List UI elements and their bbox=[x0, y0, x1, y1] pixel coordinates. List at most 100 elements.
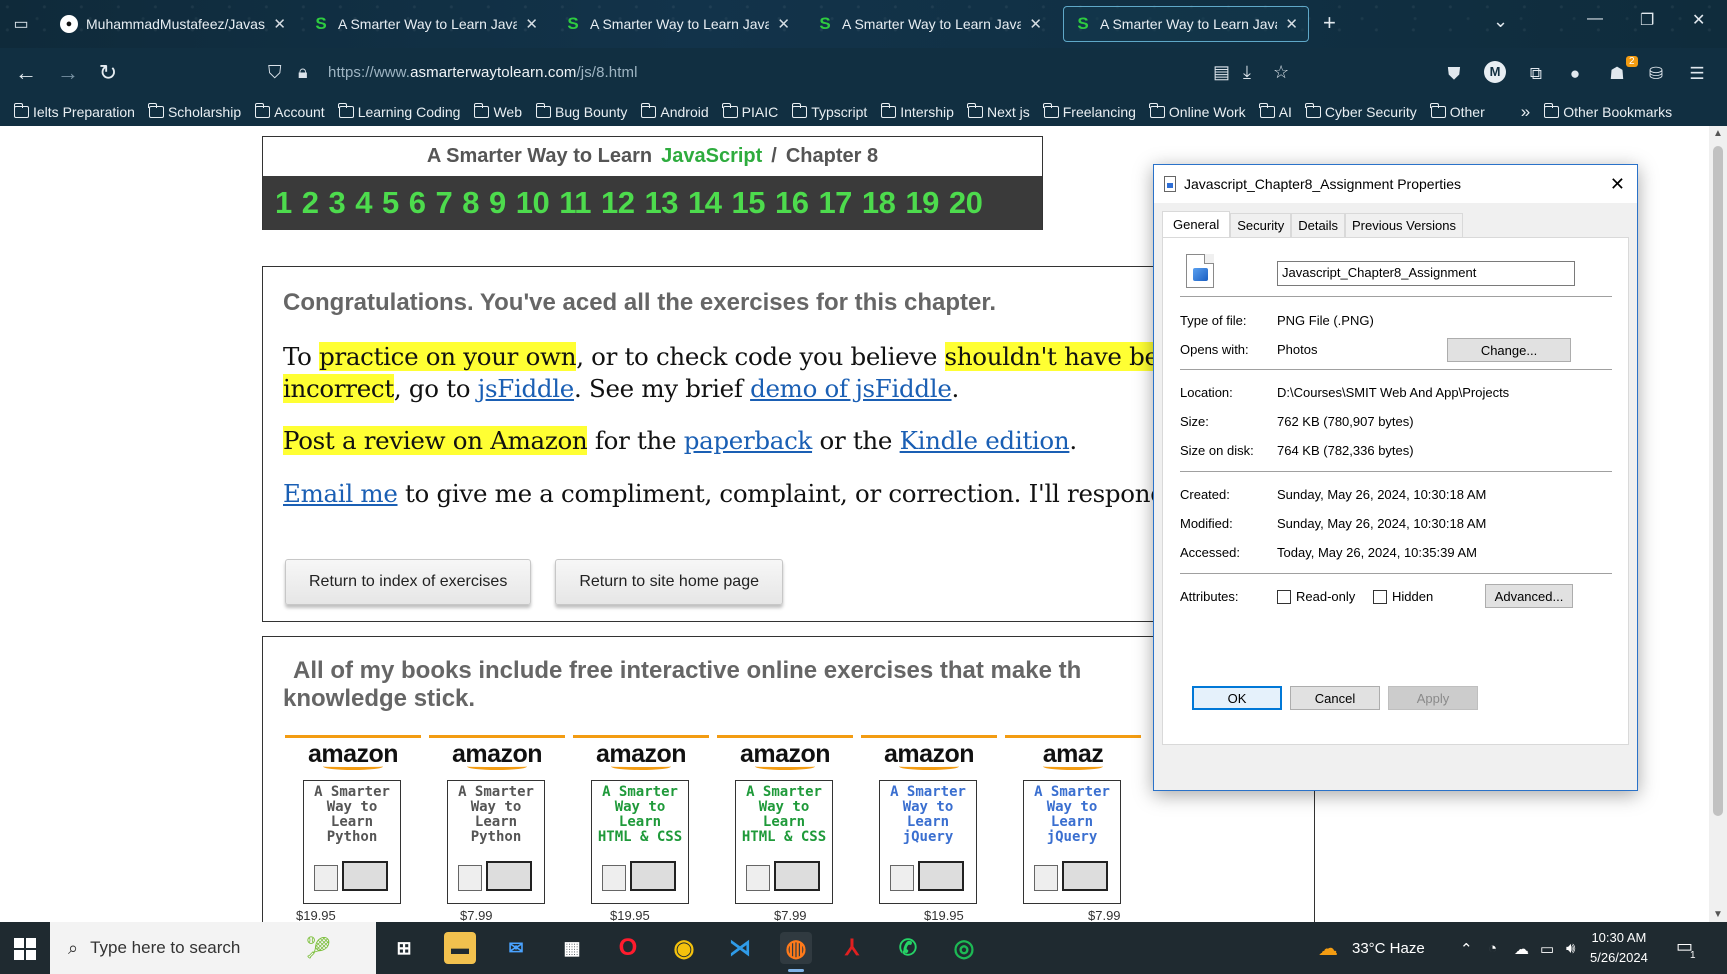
chapter-link[interactable]: 1 bbox=[275, 185, 292, 221]
demo-jsfiddle-link[interactable]: demo of jsFiddle bbox=[750, 374, 952, 403]
scroll-up-icon[interactable]: ▲ bbox=[1709, 128, 1727, 139]
chapter-link[interactable]: 7 bbox=[436, 185, 453, 221]
mail-icon[interactable]: ✉ bbox=[500, 932, 532, 964]
bookmark-folder[interactable]: Scholarship bbox=[148, 103, 241, 120]
weather-text[interactable]: 33°C Haze bbox=[1352, 940, 1425, 957]
close-tab-icon[interactable]: ✕ bbox=[1029, 15, 1042, 33]
close-tab-icon[interactable]: ✕ bbox=[777, 15, 790, 33]
chapter-link[interactable]: 12 bbox=[601, 185, 635, 221]
bookmark-folder[interactable]: Typscript bbox=[791, 103, 867, 120]
bookmark-folder[interactable]: Android bbox=[640, 103, 709, 120]
weather-icon[interactable]: ☁ bbox=[1318, 936, 1338, 961]
minimize-icon[interactable]: — bbox=[1587, 10, 1603, 28]
bookmark-star-icon[interactable]: ☆ bbox=[1273, 62, 1289, 83]
microsoft-store-icon[interactable]: ▦ bbox=[556, 932, 588, 964]
ok-button[interactable]: OK bbox=[1192, 686, 1282, 710]
bookmark-folder[interactable]: Freelancing bbox=[1043, 103, 1136, 120]
tab-previous-versions[interactable]: Previous Versions bbox=[1344, 213, 1464, 237]
chapter-link[interactable]: 8 bbox=[462, 185, 479, 221]
browser-tab-5-active[interactable]: S A Smarter Way to Learn JavaScript ✕ bbox=[1063, 6, 1309, 42]
book-amazon-link[interactable]: amazon A Smarter Way to Learn HTML & CSS bbox=[573, 735, 709, 905]
tab-general[interactable]: General bbox=[1162, 211, 1231, 237]
close-tab-icon[interactable]: ✕ bbox=[273, 15, 286, 33]
account-avatar-icon[interactable]: M bbox=[1484, 61, 1506, 83]
chapter-link[interactable]: 19 bbox=[905, 185, 939, 221]
bookmark-folder[interactable]: Bug Bounty bbox=[535, 103, 627, 120]
tray-chevron-up-icon[interactable]: ⌃ bbox=[1460, 940, 1473, 958]
bookmarks-overflow-icon[interactable]: » bbox=[1521, 102, 1530, 122]
chapter-link[interactable]: 20 bbox=[949, 185, 983, 221]
windows-start-icon[interactable] bbox=[14, 938, 36, 960]
url-text[interactable]: https://www.asmarterwaytolearn.com/js/8.… bbox=[328, 64, 638, 81]
back-arrow-icon[interactable]: ← bbox=[12, 60, 40, 86]
task-view-icon[interactable]: ⊞ bbox=[388, 932, 420, 964]
scrollbar-thumb[interactable] bbox=[1713, 146, 1723, 816]
bookmark-folder[interactable]: Intership bbox=[880, 103, 954, 120]
reload-icon[interactable]: ↻ bbox=[94, 60, 122, 86]
chapter-link[interactable]: 10 bbox=[516, 185, 550, 221]
chapter-link[interactable]: 13 bbox=[645, 185, 679, 221]
paperback-link[interactable]: paperback bbox=[684, 426, 813, 455]
return-to-home-button[interactable]: Return to site home page bbox=[555, 559, 783, 605]
cancel-button[interactable]: Cancel bbox=[1290, 686, 1380, 710]
return-to-index-button[interactable]: Return to index of exercises bbox=[285, 559, 532, 605]
book-amazon-link[interactable]: amaz A Smarter Way to Learn jQuery bbox=[1005, 735, 1141, 905]
chrome-icon[interactable]: ◉ bbox=[668, 932, 700, 964]
change-button[interactable]: Change... bbox=[1447, 338, 1571, 362]
checkbox-box[interactable] bbox=[1373, 589, 1387, 604]
close-tab-icon[interactable]: ✕ bbox=[1285, 15, 1298, 33]
jsfiddle-link[interactable]: jsFiddle bbox=[478, 374, 575, 403]
bookmark-folder[interactable]: Account bbox=[254, 103, 325, 120]
book-amazon-link[interactable]: amazon A Smarter Way to Learn HTML & CSS bbox=[717, 735, 853, 905]
extensions-puzzle-icon[interactable]: ⧉ bbox=[1525, 63, 1547, 85]
file-explorer-icon[interactable]: ▬ bbox=[444, 932, 476, 964]
firefox-icon[interactable]: ◍ bbox=[780, 932, 812, 972]
book-amazon-link[interactable]: amazon A Smarter Way to Learn Python bbox=[285, 735, 421, 905]
chapter-link[interactable]: 18 bbox=[862, 185, 896, 221]
bookmark-folder[interactable]: Next js bbox=[967, 103, 1030, 120]
chapter-link[interactable]: 4 bbox=[355, 185, 372, 221]
browser-tab-1[interactable]: ● MuhammadMustafeez/Javascript ✕ bbox=[50, 6, 296, 42]
whatsapp-icon[interactable]: ✆ bbox=[892, 932, 924, 964]
bookmark-folder[interactable]: Other bbox=[1430, 103, 1485, 120]
chapter-link[interactable]: 17 bbox=[818, 185, 852, 221]
bookmark-folder[interactable]: Learning Coding bbox=[338, 103, 460, 120]
hamburger-menu-icon[interactable]: ☰ bbox=[1686, 63, 1708, 85]
tab-security[interactable]: Security bbox=[1230, 213, 1292, 237]
bookmark-folder[interactable]: PIAIC bbox=[722, 103, 778, 120]
onedrive-icon[interactable]: ☁ bbox=[1514, 940, 1529, 958]
bookmark-folder[interactable]: Online Work bbox=[1149, 103, 1246, 120]
extension-badge-icon[interactable]: ☗ bbox=[1606, 63, 1628, 85]
battery-icon[interactable]: ▭ bbox=[1540, 940, 1554, 958]
chapter-link[interactable]: 16 bbox=[775, 185, 809, 221]
book-amazon-link[interactable]: amazon A Smarter Way to Learn jQuery bbox=[861, 735, 997, 905]
checkbox-box[interactable] bbox=[1277, 589, 1291, 604]
lock-icon[interactable]: 🔒︎ bbox=[298, 62, 308, 83]
file-name-input[interactable]: Javascript_Chapter8_Assignment bbox=[1277, 261, 1575, 286]
acrobat-icon[interactable]: ⅄ bbox=[836, 932, 868, 964]
scroll-down-icon[interactable]: ▼ bbox=[1709, 909, 1727, 920]
taskbar-search-box[interactable]: ⌕ Type here to search 🎾︎ bbox=[50, 922, 376, 974]
volume-icon[interactable]: 🔊︎ bbox=[1566, 940, 1575, 957]
container-icon[interactable]: ⛁ bbox=[1645, 63, 1667, 85]
forward-arrow-icon[interactable]: → bbox=[54, 60, 82, 86]
extension-icon[interactable]: ● bbox=[1564, 63, 1586, 85]
reader-view-icon[interactable]: ▤ bbox=[1213, 62, 1230, 83]
chapter-link[interactable]: 14 bbox=[688, 185, 722, 221]
browser-tab-2[interactable]: S A Smarter Way to Learn JavaScript ✕ bbox=[302, 6, 548, 42]
browser-tab-4[interactable]: S A Smarter Way to Learn JavaScript ✕ bbox=[806, 6, 1052, 42]
chapter-link[interactable]: 15 bbox=[731, 185, 765, 221]
page-scrollbar[interactable]: ▲ ▼ bbox=[1709, 126, 1727, 922]
taskbar-clock[interactable]: 10:30 AM 5/26/2024 bbox=[1590, 928, 1648, 968]
chapter-link[interactable]: 2 bbox=[302, 185, 319, 221]
chapter-link[interactable]: 9 bbox=[489, 185, 506, 221]
shield-icon[interactable]: ⛉ bbox=[268, 62, 282, 83]
dialog-close-icon[interactable]: ✕ bbox=[1610, 174, 1625, 195]
bookmark-folder[interactable]: Web bbox=[473, 103, 522, 120]
kindle-edition-link[interactable]: Kindle edition bbox=[900, 426, 1070, 455]
pocket-icon[interactable]: ⛊ bbox=[1443, 63, 1465, 85]
vscode-icon[interactable]: ⋊ bbox=[724, 932, 756, 964]
browser-tab-3[interactable]: S A Smarter Way to Learn JavaScript ✕ bbox=[554, 6, 800, 42]
close-tab-icon[interactable]: ✕ bbox=[525, 15, 538, 33]
opera-icon[interactable]: O bbox=[612, 932, 644, 964]
